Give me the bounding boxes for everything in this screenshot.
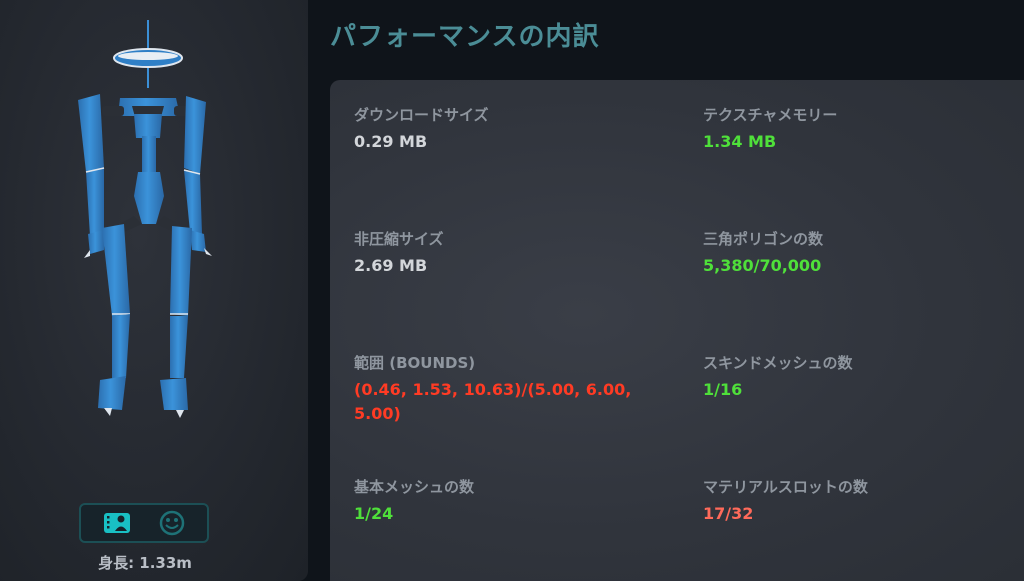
stat-label: 非圧縮サイズ [354,230,444,248]
avatar-preview-panel: 身長: 1.33m [0,0,308,581]
stat-value: 1.34 MB [703,132,777,151]
stat-material-slot-count: マテリアルスロットの数 17/32 [703,476,1023,526]
stat-uncompressed-size: 非圧縮サイズ 2.69 MB [354,228,674,278]
stat-label: ダウンロードサイズ [354,106,489,124]
stat-value: (0.46, 1.53, 10.63)/(5.00, 6.00, 5.00) [354,380,632,423]
face-view-icon [159,510,184,536]
stat-label: スキンドメッシュの数 [703,354,853,372]
performance-breakdown-screen: 身長: 1.33m パフォーマンスの内訳 ダウンロードサイズ 0.29 MB テ… [0,0,1024,581]
stat-label: 範囲 (BOUNDS) [354,354,476,372]
stat-value: 17/32 [703,504,754,523]
stat-label: 三角ポリゴンの数 [703,230,824,248]
face-view-button[interactable] [152,508,192,538]
performance-stats-card: ダウンロードサイズ 0.29 MB テクスチャメモリー 1.34 MB 非圧縮サ… [330,80,1024,581]
stat-label: テクスチャメモリー [703,106,838,124]
avatar-model[interactable] [60,18,230,428]
view-toggle [79,503,209,543]
avatar-view-icon [103,513,130,533]
avatar-height-label: 身長: 1.33m [98,554,192,572]
page-title: パフォーマンスの内訳 [330,22,600,52]
stat-download-size: ダウンロードサイズ 0.29 MB [354,104,674,154]
stat-value: 1/16 [703,380,743,399]
stat-label: 基本メッシュの数 [354,478,475,496]
stat-value: 0.29 MB [354,132,428,151]
stat-triangle-count: 三角ポリゴンの数 5,380/70,000 [703,228,1023,278]
stat-value: 2.69 MB [354,256,428,275]
stat-value: 5,380/70,000 [703,256,822,275]
stat-label: マテリアルスロットの数 [703,478,868,496]
stat-value: 1/24 [354,504,394,523]
avatar-view-button[interactable] [97,508,137,538]
stat-bounds: 範囲 (BOUNDS) (0.46, 1.53, 10.63)/(5.00, 6… [354,352,674,426]
stat-skinned-mesh-count: スキンドメッシュの数 1/16 [703,352,1023,402]
stat-texture-memory: テクスチャメモリー 1.34 MB [703,104,1023,154]
stat-basic-mesh-count: 基本メッシュの数 1/24 [354,476,674,526]
